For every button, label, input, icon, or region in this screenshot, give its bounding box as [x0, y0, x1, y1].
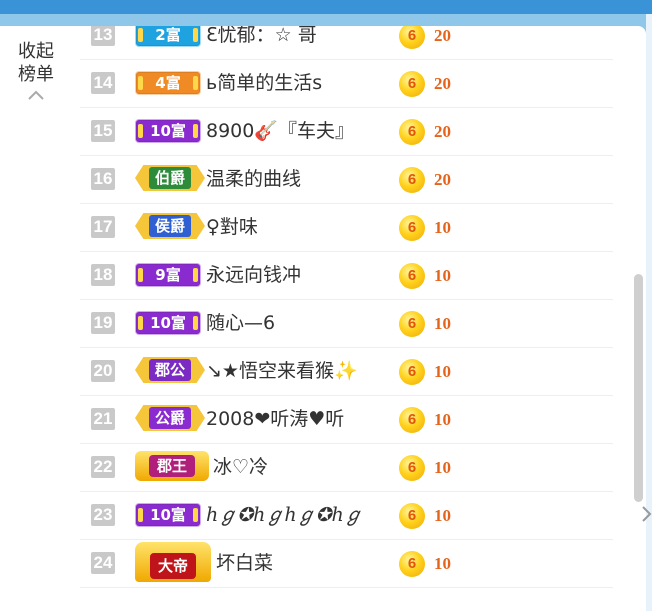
rank-badge-label: 4富	[155, 74, 181, 92]
rank-badge: 公爵	[135, 405, 205, 431]
rank-badge: 4富	[135, 71, 201, 95]
scrollbar-thumb[interactable]	[634, 274, 643, 502]
coin-icon: 6	[399, 71, 425, 97]
rank-badge: 郡公	[135, 357, 205, 383]
rank-number: 22	[91, 456, 115, 478]
collapse-ranking-button[interactable]: 收起 榜单	[12, 40, 60, 102]
user-name[interactable]: 2008❤听涛♥听	[206, 406, 344, 432]
rank-badge: 2富	[135, 26, 201, 47]
rank-badge-label: 10富	[150, 314, 186, 332]
list-item[interactable]: 15 10富 8900🎸『车夫』 6 20	[80, 108, 613, 156]
user-name[interactable]: ℇ忧郁：☆ 哥	[206, 26, 317, 48]
rank-number: 18	[91, 264, 115, 286]
user-name[interactable]: ь简单的生活s	[206, 70, 322, 96]
coin-amount: 20	[434, 170, 451, 189]
rank-number: 24	[91, 552, 115, 574]
coin-icon: 6	[399, 503, 425, 529]
coin-amount: 10	[434, 458, 451, 477]
coin-icon: 6	[399, 551, 425, 577]
list-item[interactable]: 17 侯爵 ♀對味 6 10	[80, 204, 613, 252]
coin-amount: 10	[434, 554, 451, 573]
list-item[interactable]: 19 10富 随心—6 6 10	[80, 300, 613, 348]
user-name[interactable]: ↘★悟空来看猴✨	[206, 358, 358, 384]
rank-badge: 10富	[135, 311, 201, 335]
chevron-up-icon	[28, 90, 44, 100]
coin-icon: 6	[399, 311, 425, 337]
coin-amount: 20	[434, 122, 451, 141]
rank-number: 17	[91, 216, 115, 238]
coin-amount: 10	[434, 506, 451, 525]
rank-number: 15	[91, 120, 115, 142]
user-name[interactable]: 永远向钱冲	[206, 262, 301, 288]
list-item[interactable]: 21 公爵 2008❤听涛♥听 6 10	[80, 396, 613, 444]
user-name[interactable]: 坏白菜	[216, 550, 273, 576]
rank-badge: 伯爵	[135, 165, 205, 191]
rank-badge-label: 9富	[155, 266, 181, 284]
list-item[interactable]: 14 4富 ь简单的生活s 6 20	[80, 60, 613, 108]
coin-amount: 10	[434, 410, 451, 429]
ranking-panel: 收起 榜单 13 2富 ℇ忧郁：☆ 哥 6 20 14 4富 ь简单的生活s 6 20 15 10富 8…	[0, 26, 646, 611]
list-item[interactable]: 16 伯爵 温柔的曲线 6 20	[80, 156, 613, 204]
rank-number: 14	[91, 72, 115, 94]
coin-amount: 10	[434, 266, 451, 285]
coin-icon: 6	[399, 359, 425, 385]
list-item[interactable]: 22 郡王 冰♡冷 6 10	[80, 444, 613, 492]
rank-number: 20	[91, 360, 115, 382]
rank-badge: 10富	[135, 503, 201, 527]
user-name[interactable]: 冰♡冷	[213, 454, 268, 480]
rank-badge-label: 10富	[150, 506, 186, 524]
rank-badge-label: 侯爵	[148, 215, 191, 237]
user-name[interactable]: ℎℊ✪ℎℊℎℊ✪ℎℊ	[206, 502, 363, 528]
coin-icon: 6	[399, 167, 425, 193]
list-item[interactable]: 20 郡公 ↘★悟空来看猴✨ 6 10	[80, 348, 613, 396]
rank-number: 21	[91, 408, 115, 430]
coin-icon: 6	[399, 215, 425, 241]
collapse-label-line2: 榜单	[18, 64, 54, 85]
rank-badge: 大帝	[135, 542, 211, 582]
chevron-right-icon[interactable]	[641, 504, 652, 524]
coin-amount: 10	[434, 218, 451, 237]
coin-icon: 6	[399, 26, 425, 49]
coin-amount: 10	[434, 314, 451, 333]
user-name[interactable]: ♀對味	[206, 214, 258, 240]
user-name[interactable]: 随心—6	[206, 310, 275, 336]
user-name[interactable]: 温柔的曲线	[206, 166, 301, 192]
coin-amount: 10	[434, 362, 451, 381]
collapse-label-line1: 收起	[18, 41, 54, 62]
coin-icon: 6	[399, 119, 425, 145]
rank-badge-label: 大帝	[149, 553, 196, 579]
coin-icon: 6	[399, 407, 425, 433]
list-item[interactable]: 23 10富 ℎℊ✪ℎℊℎℊ✪ℎℊ 6 10	[80, 492, 613, 540]
user-name[interactable]: 8900🎸『车夫』	[206, 118, 354, 144]
rank-number: 19	[91, 312, 115, 334]
top-border	[0, 0, 652, 14]
coin-amount: 20	[434, 74, 451, 93]
rank-badge: 郡王	[135, 451, 209, 481]
rank-badge-label: 公爵	[148, 407, 191, 429]
rank-number: 16	[91, 168, 115, 190]
rank-badge-label: 郡王	[148, 455, 195, 477]
rank-number: 13	[91, 26, 115, 46]
list-item[interactable]: 13 2富 ℇ忧郁：☆ 哥 6 20	[80, 26, 613, 60]
list-item[interactable]: 18 9富 永远向钱冲 6 10	[80, 252, 613, 300]
coin-icon: 6	[399, 263, 425, 289]
coin-amount: 20	[434, 26, 451, 45]
rank-badge-label: 伯爵	[148, 167, 191, 189]
rank-badge: 侯爵	[135, 213, 205, 239]
coin-icon: 6	[399, 455, 425, 481]
rank-number: 23	[91, 504, 115, 526]
rank-badge-label: 2富	[155, 26, 181, 44]
rank-badge-label: 10富	[150, 122, 186, 140]
rank-badge-label: 郡公	[148, 359, 191, 381]
rank-badge: 10富	[135, 119, 201, 143]
ranking-list: 13 2富 ℇ忧郁：☆ 哥 6 20 14 4富 ь简单的生活s 6 20 15 10富 8900🎸『车…	[80, 26, 613, 588]
rank-badge: 9富	[135, 263, 201, 287]
list-item[interactable]: 24 大帝 坏白菜 6 10	[80, 540, 613, 588]
